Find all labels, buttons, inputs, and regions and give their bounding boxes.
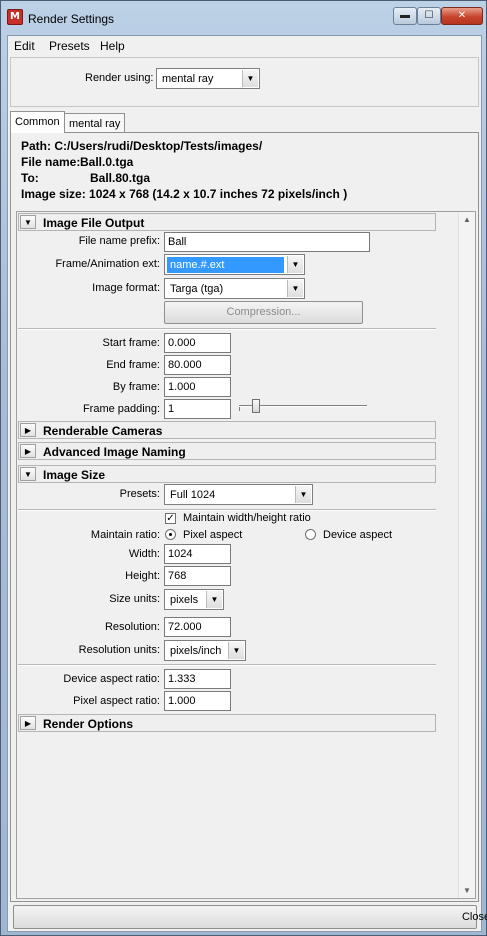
collapse-triangle-icon[interactable]: ▼ xyxy=(20,215,36,229)
scroll-up-icon[interactable]: ▲ xyxy=(463,215,471,224)
maintain-wh-ratio-checkbox[interactable]: ✓ xyxy=(165,513,176,524)
common-tab-panel: Path: C:/Users/rudi/Desktop/Tests/images… xyxy=(10,132,479,902)
render-settings-window: M Render Settings ▬ ☐ ✕ Edit Presets Hel… xyxy=(0,0,487,936)
pixel-aspect-radio[interactable] xyxy=(165,529,176,540)
close-button-label: Close xyxy=(461,911,487,923)
start-frame-input[interactable]: 0.000 xyxy=(164,333,231,353)
section-title: Image File Output xyxy=(43,216,145,230)
image-format-dropdown[interactable]: Targa (tga) ▼ xyxy=(164,278,305,299)
tab-common[interactable]: Common xyxy=(10,111,65,133)
scroll-down-icon[interactable]: ▼ xyxy=(463,886,471,895)
end-frame-input[interactable]: 80.000 xyxy=(164,355,231,375)
collapse-triangle-icon[interactable]: ▼ xyxy=(20,467,36,481)
tab-mental-ray[interactable]: mental ray xyxy=(64,113,126,134)
file-name-prefix-input[interactable]: Ball xyxy=(164,232,370,252)
frame-ext-value: name.#.ext xyxy=(167,257,284,273)
resolution-units-dropdown[interactable]: pixels/inch ▼ xyxy=(164,640,246,661)
image-format-value: Targa (tga) xyxy=(170,283,224,295)
renderer-dropdown[interactable]: mental ray ▼ xyxy=(156,68,260,89)
divider xyxy=(18,509,436,511)
resolution-units-value: pixels/inch xyxy=(170,645,222,657)
device-aspect-ratio-input[interactable]: 1.333 xyxy=(164,669,231,689)
divider xyxy=(18,664,436,666)
image-format-label: Image format: xyxy=(92,282,160,294)
section-renderable-cameras[interactable]: ▶ Renderable Cameras xyxy=(18,421,436,439)
device-aspect-label: Device aspect xyxy=(323,529,393,541)
section-title: Render Options xyxy=(43,717,134,731)
maintain-wh-ratio-label: Maintain width/height ratio xyxy=(183,512,311,524)
file-name-label: File name: xyxy=(21,155,81,169)
width-label: Width: xyxy=(128,548,160,560)
to-label: To: xyxy=(21,171,39,185)
resolution-label: Resolution: xyxy=(104,621,160,633)
height-label: Height: xyxy=(125,570,160,582)
file-name-prefix-label: File name prefix: xyxy=(78,235,160,247)
section-title: Advanced Image Naming xyxy=(43,445,186,459)
end-frame-label: End frame: xyxy=(106,359,160,371)
output-path: Path: C:/Users/rudi/Desktop/Tests/images… xyxy=(21,139,263,153)
menu-bar: Edit Presets Help xyxy=(8,36,481,55)
size-units-label: Size units: xyxy=(109,593,160,605)
close-window-button[interactable]: ✕ xyxy=(441,7,483,25)
by-frame-label: By frame: xyxy=(112,381,160,393)
close-button[interactable]: Close xyxy=(13,905,487,929)
chevron-down-icon: ▼ xyxy=(295,486,311,503)
chevron-down-icon: ▼ xyxy=(287,256,303,273)
frame-padding-slider-handle[interactable] xyxy=(252,399,260,413)
resolution-units-label: Resolution units: xyxy=(78,644,160,656)
settings-scroll-area: ▼ Image File Output File name prefix: Ba… xyxy=(16,211,476,899)
height-input[interactable]: 768 xyxy=(164,566,231,586)
by-frame-input[interactable]: 1.000 xyxy=(164,377,231,397)
frame-padding-input[interactable]: 1 xyxy=(164,399,231,419)
resolution-input[interactable]: 72.000 xyxy=(164,617,231,637)
title-bar[interactable]: M Render Settings ▬ ☐ ✕ xyxy=(1,1,486,35)
menu-help[interactable]: Help xyxy=(100,39,125,53)
frame-ext-label: Frame/Animation ext: xyxy=(55,258,160,270)
file-name-value: Ball.0.tga xyxy=(80,155,134,169)
expand-triangle-icon[interactable]: ▶ xyxy=(20,444,36,458)
size-units-value: pixels xyxy=(170,594,199,606)
chevron-down-icon: ▼ xyxy=(228,642,244,659)
maximize-button[interactable]: ☐ xyxy=(417,7,441,25)
chevron-down-icon: ▼ xyxy=(206,591,222,608)
presets-value: Full 1024 xyxy=(170,489,216,501)
presets-label: Presets: xyxy=(119,488,160,500)
render-using-group: Render using: mental ray ▼ xyxy=(10,57,479,107)
image-size-summary: Image size: 1024 x 768 (14.2 x 10.7 inch… xyxy=(21,187,348,201)
chevron-down-icon: ▼ xyxy=(242,70,258,87)
pixel-aspect-ratio-input[interactable]: 1.000 xyxy=(164,691,231,711)
window-title: Render Settings xyxy=(28,12,115,26)
renderer-value: mental ray xyxy=(162,73,214,85)
menu-presets[interactable]: Presets xyxy=(49,39,90,53)
render-using-label: Render using: xyxy=(85,72,154,84)
chevron-down-icon: ▼ xyxy=(287,280,303,297)
size-units-dropdown[interactable]: pixels ▼ xyxy=(164,589,224,610)
section-title: Renderable Cameras xyxy=(43,424,163,438)
device-aspect-radio[interactable] xyxy=(305,529,316,540)
width-input[interactable]: 1024 xyxy=(164,544,231,564)
section-image-file-output[interactable]: ▼ Image File Output xyxy=(18,213,436,231)
client-area: Edit Presets Help Render using: mental r… xyxy=(7,35,487,932)
to-value: Ball.80.tga xyxy=(90,171,151,185)
device-aspect-ratio-label: Device aspect ratio: xyxy=(63,673,160,685)
vertical-scrollbar[interactable]: ▲ ▼ xyxy=(458,212,475,898)
pixel-aspect-label: Pixel aspect xyxy=(183,529,243,541)
compression-button[interactable]: Compression... xyxy=(164,301,363,324)
expand-triangle-icon[interactable]: ▶ xyxy=(20,423,36,437)
section-advanced-image-naming[interactable]: ▶ Advanced Image Naming xyxy=(18,442,436,460)
section-title: Image Size xyxy=(43,468,106,482)
section-render-options[interactable]: ▶ Render Options xyxy=(18,714,436,732)
maya-app-icon: M xyxy=(7,9,23,25)
section-image-size[interactable]: ▼ Image Size xyxy=(18,465,436,483)
menu-edit[interactable]: Edit xyxy=(14,39,35,53)
frame-ext-dropdown[interactable]: name.#.ext ▼ xyxy=(164,254,305,275)
start-frame-label: Start frame: xyxy=(102,337,160,349)
maintain-ratio-label: Maintain ratio: xyxy=(90,529,160,541)
expand-triangle-icon[interactable]: ▶ xyxy=(20,716,36,730)
divider xyxy=(18,328,436,330)
size-presets-dropdown[interactable]: Full 1024 ▼ xyxy=(164,484,313,505)
pixel-aspect-ratio-label: Pixel aspect ratio: xyxy=(73,695,160,707)
frame-padding-label: Frame padding: xyxy=(82,403,160,415)
minimize-button[interactable]: ▬ xyxy=(393,7,417,25)
